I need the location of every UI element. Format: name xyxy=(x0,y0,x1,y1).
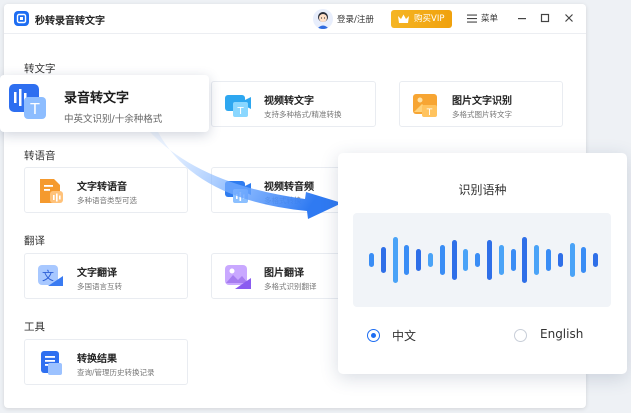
title-bar: 秒转录音转文字 登录/注册 购买VIP 菜单 xyxy=(4,4,586,34)
minimize-icon[interactable] xyxy=(516,12,528,24)
convert-results-card[interactable]: 转换结果 查询/管理历史转换记录 xyxy=(24,339,188,385)
crown-icon xyxy=(398,14,409,23)
section-label-to-text: 转文字 xyxy=(24,63,56,75)
waveform-bar xyxy=(439,245,445,275)
section-label-tools: 工具 xyxy=(24,321,45,333)
radio-chinese[interactable] xyxy=(367,329,380,342)
audio-waveform xyxy=(353,213,611,307)
waveform-bar xyxy=(581,247,587,273)
audio-to-text-title: 录音转文字 xyxy=(64,91,130,106)
section-label-translate: 翻译 xyxy=(24,235,45,247)
video-to-text-icon: T xyxy=(225,95,251,117)
text-to-speech-title: 文字转语音 xyxy=(77,182,127,193)
buy-vip-button[interactable]: 购买VIP xyxy=(391,10,452,28)
waveform-bar xyxy=(498,245,504,275)
svg-text:T: T xyxy=(236,106,244,117)
waveform-bar xyxy=(569,243,575,277)
video-to-text-desc: 支持多种格式/精准转换 xyxy=(264,110,342,119)
login-register-link[interactable]: 登录/注册 xyxy=(337,13,374,25)
image-translate-icon xyxy=(225,265,251,289)
waveform-bar xyxy=(487,240,492,280)
close-icon[interactable] xyxy=(563,12,575,24)
audio-to-text-desc: 中英文识别/十余种格式 xyxy=(64,114,163,125)
option-label-chinese[interactable]: 中文 xyxy=(392,327,416,344)
video-to-audio-icon xyxy=(225,181,251,203)
menu-button[interactable]: 菜单 xyxy=(467,12,498,24)
audio-to-text-card[interactable]: T 录音转文字 中英文识别/十余种格式 xyxy=(0,75,209,132)
waveform-bar xyxy=(392,237,398,283)
image-translate-title: 图片翻译 xyxy=(264,268,304,279)
waveform-bar xyxy=(593,253,599,267)
user-avatar[interactable] xyxy=(313,9,333,29)
image-ocr-title: 图片文字识别 xyxy=(452,96,512,107)
video-to-text-card[interactable]: T 视频转文字 支持多种格式/精准转换 xyxy=(211,81,376,127)
text-translate-card[interactable]: 文 文字翻译 多国语言互转 xyxy=(24,253,188,299)
text-translate-desc: 多国语言互转 xyxy=(77,282,122,291)
menu-icon xyxy=(467,14,477,23)
text-to-speech-desc: 多种语音类型可选 xyxy=(77,196,137,205)
waveform-bar xyxy=(451,240,457,280)
waveform-bar xyxy=(428,253,433,267)
text-translate-icon: 文 xyxy=(38,265,63,286)
text-translate-title: 文字翻译 xyxy=(77,268,117,279)
language-panel-title: 识别语种 xyxy=(458,183,507,197)
video-to-audio-desc: 多格式转换 xyxy=(264,196,302,205)
waveform-bar xyxy=(463,249,469,271)
option-label-english[interactable]: English xyxy=(540,327,583,341)
video-to-text-title: 视频转文字 xyxy=(264,96,314,107)
waveform-bar xyxy=(557,253,563,267)
waveform-bar xyxy=(522,237,528,283)
section-label-to-speech: 转语音 xyxy=(24,150,56,162)
waveform-bar xyxy=(380,247,386,273)
menu-label: 菜单 xyxy=(481,14,499,24)
maximize-icon[interactable] xyxy=(539,12,551,24)
waveform-bar xyxy=(369,253,374,267)
radio-english[interactable] xyxy=(514,329,527,342)
convert-results-icon xyxy=(41,351,62,375)
app-logo-icon xyxy=(14,11,29,26)
image-ocr-desc: 多格式图片转文字 xyxy=(452,110,512,119)
svg-text:T: T xyxy=(29,100,40,118)
audio-to-text-icon: T xyxy=(9,84,46,119)
image-translate-desc: 多格式识别翻译 xyxy=(264,282,317,291)
waveform-bar xyxy=(534,245,540,275)
waveform-bar xyxy=(475,253,481,267)
image-text-ocr-card[interactable]: T 图片文字识别 多格式图片转文字 xyxy=(399,81,563,127)
svg-text:文: 文 xyxy=(42,268,54,283)
waveform-bar xyxy=(404,245,410,275)
language-panel: 识别语种 中文 English xyxy=(338,153,627,374)
text-to-speech-icon xyxy=(40,179,63,203)
convert-results-title: 转换结果 xyxy=(77,354,117,365)
svg-text:T: T xyxy=(426,108,433,118)
buy-vip-label: 购买VIP xyxy=(414,14,445,24)
waveform-bar xyxy=(416,249,422,271)
text-to-speech-card[interactable]: 文字转语音 多种语音类型可选 xyxy=(24,167,188,213)
app-title: 秒转录音转文字 xyxy=(35,16,105,27)
waveform-bar xyxy=(510,249,516,271)
convert-results-desc: 查询/管理历史转换记录 xyxy=(77,368,155,377)
video-to-audio-title: 视频转音频 xyxy=(264,182,314,193)
waveform-bar xyxy=(546,249,551,271)
image-ocr-icon: T xyxy=(413,94,437,118)
